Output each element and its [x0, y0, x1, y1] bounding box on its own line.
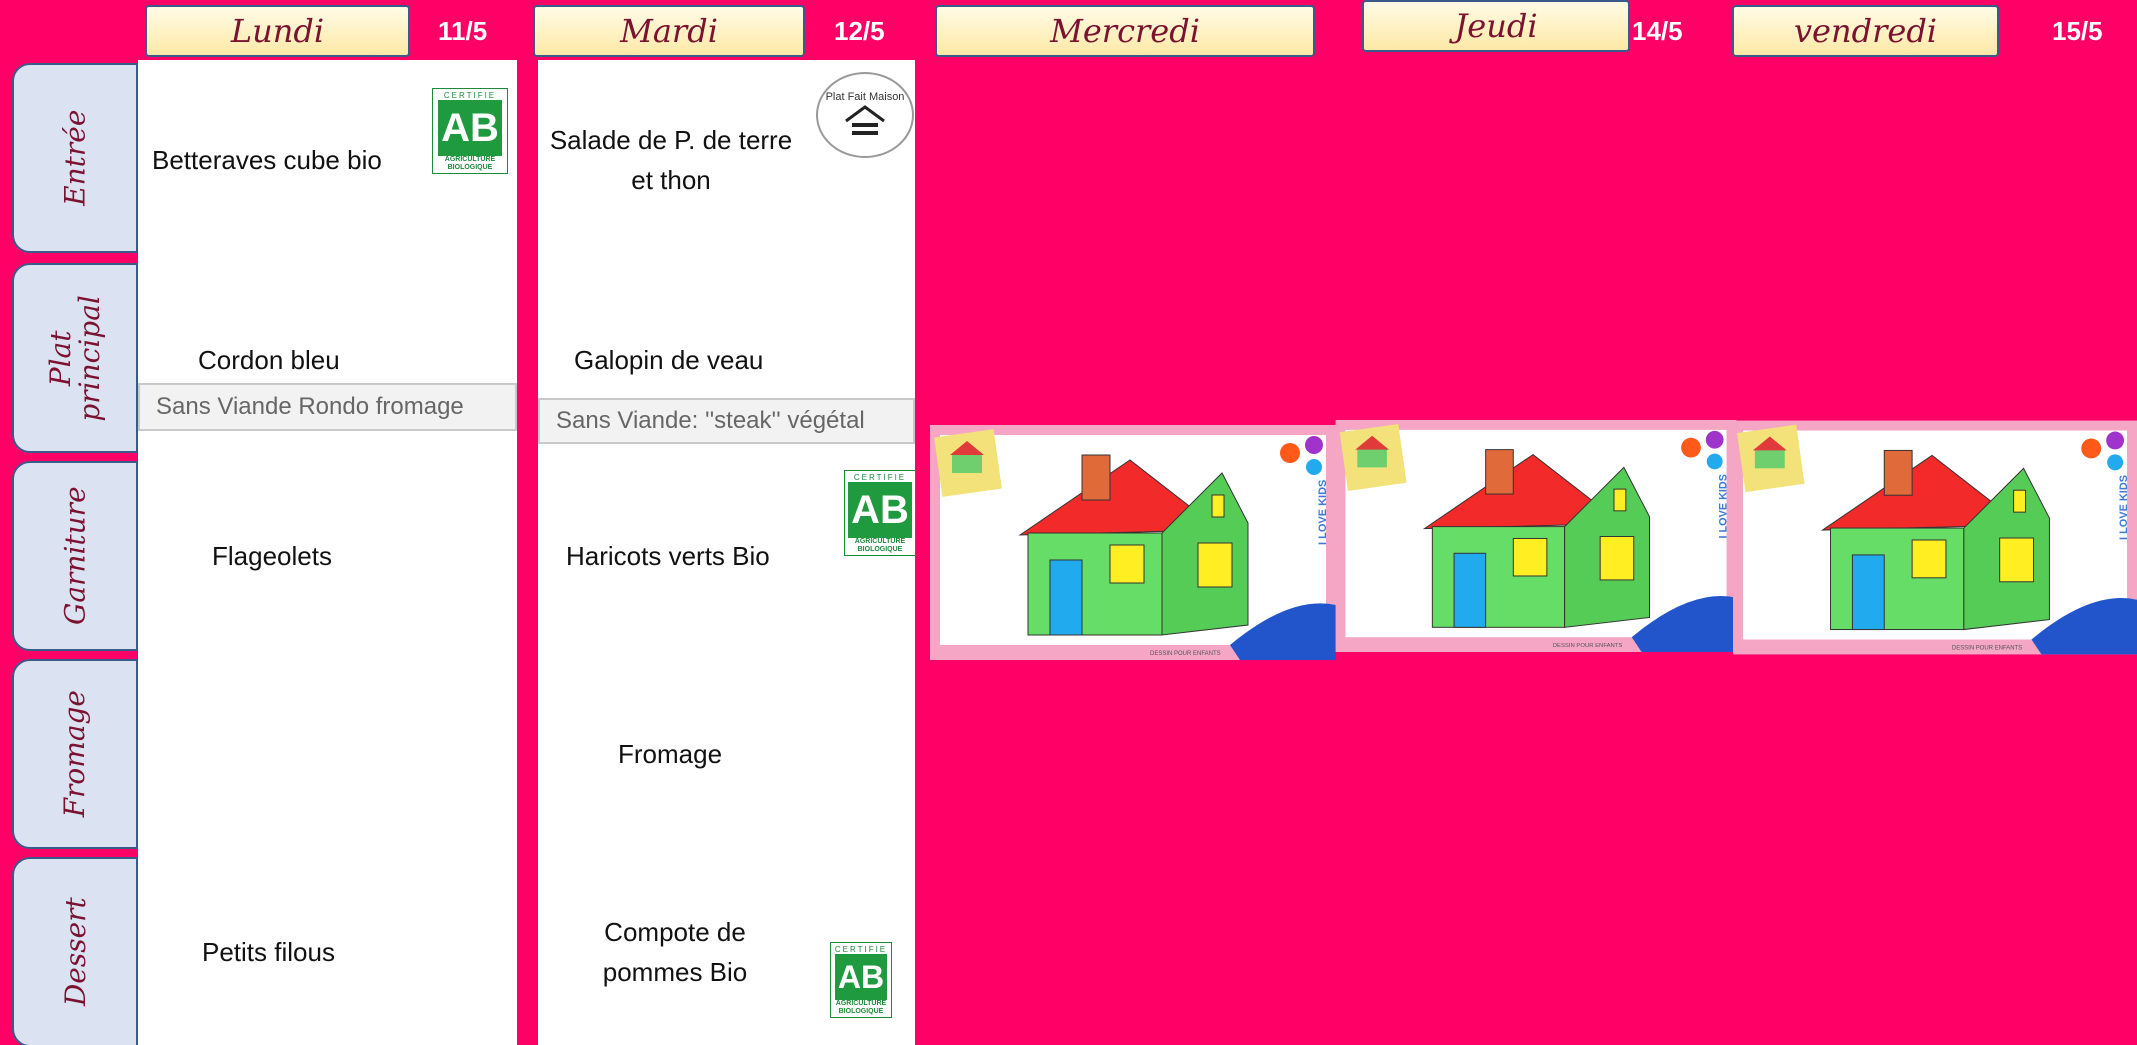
svg-text:I LOVE KIDS: I LOVE KIDS — [1317, 480, 1329, 545]
house-outline-icon — [845, 105, 885, 135]
row-label-entree: Entrée — [12, 63, 138, 253]
column-lundi: Betteraves cube bio CERTIFIE AB AGRICULT… — [138, 60, 517, 1045]
svg-text:I LOVE KIDS: I LOVE KIDS — [2118, 475, 2130, 540]
monday-garniture: Flageolets — [212, 541, 332, 571]
tuesday-plat: Galopin de veau — [574, 345, 764, 375]
tuesday-fromage: Fromage — [618, 739, 723, 769]
day-header-mercredi: Mercredi — [935, 5, 1315, 57]
svg-text:DESSIN POUR ENFANTS: DESSIN POUR ENFANTS — [1553, 643, 1623, 649]
day-header-lundi: Lundi — [145, 5, 410, 57]
tuesday-sans-viande: Sans Viande: ''steak'' végétal — [538, 398, 915, 444]
column-mardi: Salade de P. de terre et thon Plat Fait … — [538, 60, 916, 1045]
tuesday-entree: Salade de P. de terre et thon — [549, 125, 793, 196]
svg-text:I LOVE KIDS: I LOVE KIDS — [1718, 474, 1730, 538]
date-vendredi: 15/5 — [2052, 16, 2103, 46]
tuesday-garniture: Haricots verts Bio — [566, 541, 770, 571]
day-header-jeudi: Jeudi — [1362, 0, 1630, 52]
house-illustration-vendredi: I LOVE KIDS DESSIN POUR ENFANTS — [1733, 420, 2137, 655]
svg-text:DESSIN POUR ENFANTS: DESSIN POUR ENFANTS — [1952, 645, 2022, 651]
monday-entree: Betteraves cube bio — [152, 145, 382, 175]
day-header-mardi: Mardi — [533, 5, 805, 57]
svg-text:DESSIN POUR ENFANTS: DESSIN POUR ENFANTS — [1150, 651, 1221, 657]
date-mardi: 12/5 — [834, 16, 885, 46]
fait-maison-logo: Plat Fait Maison — [816, 72, 914, 158]
ab-bio-logo: CERTIFIE AB AGRICULTURE BIOLOGIQUE — [844, 470, 916, 557]
day-header-vendredi: vendredi — [1732, 5, 1999, 57]
monday-plat: Cordon bleu — [198, 345, 340, 375]
tuesday-dessert: Compote de pommes Bio — [602, 917, 748, 988]
row-label-dessert: Dessert — [12, 857, 138, 1045]
house-illustration-jeudi: I LOVE KIDS DESSIN POUR ENFANTS — [1333, 420, 1739, 652]
row-label-garniture: Garniture — [12, 461, 138, 651]
monday-sans-viande: Sans Viande Rondo fromage — [138, 383, 517, 431]
ab-bio-logo: CERTIFIE AB AGRICULTURE BIOLOGIQUE — [432, 88, 508, 175]
date-lundi: 11/5 — [438, 16, 488, 46]
row-label-plat-principal: Plat principal — [12, 263, 138, 453]
row-label-fromage: Fromage — [12, 659, 138, 849]
ab-bio-logo: CERTIFIE AB AGRICULTURE BIOLOGIQUE — [830, 942, 892, 1019]
monday-dessert: Petits filous — [202, 937, 335, 967]
date-jeudi: 14/5 — [1632, 16, 1683, 46]
house-illustration-mercredi: I LOVE KIDS DESSIN POUR ENFANTS — [930, 425, 1336, 660]
